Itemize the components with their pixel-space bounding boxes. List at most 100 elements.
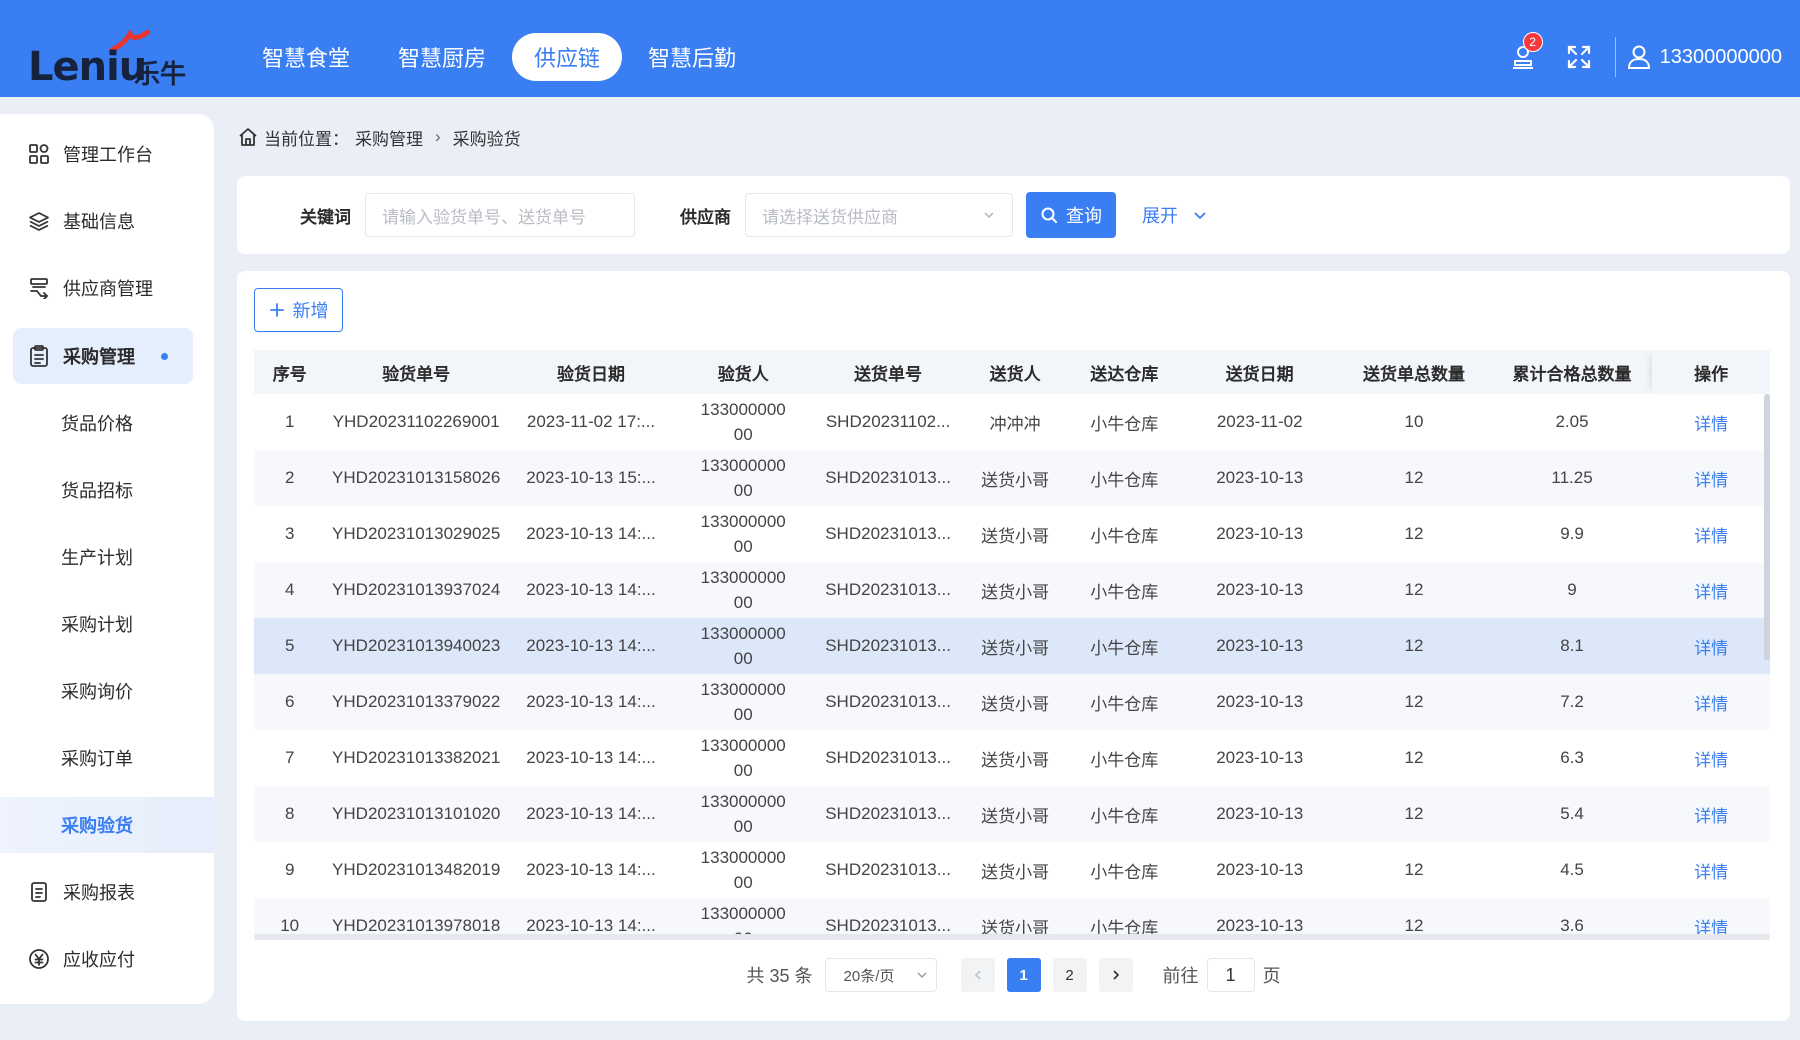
cell-actions: 详情 bbox=[1652, 674, 1770, 730]
cell-qualified-qty: 4.5 bbox=[1560, 860, 1584, 879]
cell-delivery-date: 2023-10-13 bbox=[1216, 524, 1304, 543]
goto-prefix: 前往 bbox=[1162, 966, 1199, 986]
detail-link[interactable]: 详情 bbox=[1694, 415, 1728, 434]
keyword-input[interactable]: 请输入验货单号、送货单号 bbox=[365, 193, 635, 237]
sidebar-sub-purchase-inspection[interactable]: 采购验货 bbox=[0, 797, 214, 853]
nav-smart-kitchen[interactable]: 智慧厨房 bbox=[376, 33, 508, 81]
chevron-left-icon bbox=[974, 970, 981, 980]
sidebar-item-procurement[interactable]: 采购管理 bbox=[13, 328, 193, 384]
col-header-deliverer: 送货人 bbox=[964, 350, 1066, 394]
sidebar-item-purchase-report[interactable]: 采购报表 bbox=[13, 864, 193, 920]
cell-warehouse: 小牛仓库 bbox=[1090, 414, 1159, 434]
goto-page: 前往 1 页 bbox=[1163, 958, 1281, 992]
breadcrumb-level1[interactable]: 采购管理 bbox=[355, 125, 423, 150]
chevron-down-icon bbox=[1194, 212, 1206, 220]
supplier-select[interactable]: 请选择送货供应商 bbox=[745, 193, 1013, 237]
nav-smart-canteen[interactable]: 智慧食堂 bbox=[240, 33, 372, 81]
col-header-inspection-date: 验货日期 bbox=[507, 350, 675, 394]
keyword-label: 关键词 bbox=[300, 207, 351, 227]
logo-subtext: 乐牛 bbox=[134, 59, 187, 89]
table-row[interactable]: 1 YHD20231102269001 2023-11-02 17:... 13300… bbox=[254, 394, 1770, 450]
cell-delivery-qty: 12 bbox=[1336, 562, 1492, 618]
cell-qualified-qty: 5.4 bbox=[1491, 786, 1653, 842]
detail-link[interactable]: 详情 bbox=[1694, 583, 1728, 602]
goto-page-input[interactable]: 1 bbox=[1206, 958, 1255, 992]
cell-deliverer: 送货小哥 bbox=[964, 562, 1066, 618]
table-row[interactable]: 4 YHD20231013937024 2023-10-13 14:... 13300… bbox=[254, 562, 1770, 618]
next-page-button[interactable] bbox=[1098, 958, 1133, 992]
main-nav: 智慧食堂 智慧厨房 供应链 智慧后勤 bbox=[240, 33, 758, 81]
detail-link[interactable]: 详情 bbox=[1694, 527, 1728, 546]
detail-link[interactable]: 详情 bbox=[1694, 471, 1728, 490]
cell-delivery-qty: 10 bbox=[1404, 412, 1424, 431]
nav-smart-logistics[interactable]: 智慧后勤 bbox=[626, 33, 758, 81]
detail-link[interactable]: 详情 bbox=[1694, 751, 1728, 770]
sidebar-sub-goods-tender[interactable]: 货品招标 bbox=[0, 462, 214, 518]
breadcrumb-level2: 采购验货 bbox=[452, 129, 521, 149]
cell-index: 1 bbox=[284, 412, 295, 431]
table-row[interactable]: 8 YHD20231013101020 2023-10-13 14:... 13300… bbox=[254, 786, 1770, 842]
notification-button[interactable]: 2 bbox=[1495, 30, 1551, 84]
detail-link[interactable]: 详情 bbox=[1694, 807, 1728, 826]
vertical-scrollbar[interactable] bbox=[1764, 394, 1770, 660]
detail-link[interactable]: 详情 bbox=[1694, 695, 1728, 714]
cell-actions: 详情 bbox=[1652, 450, 1770, 506]
cell-delivery-qty: 12 bbox=[1336, 450, 1492, 506]
sidebar-item-receivables[interactable]: 应收应付 bbox=[13, 931, 193, 987]
cell-delivery-no: SHD20231102... bbox=[825, 412, 951, 431]
sidebar-item-label: 供应商管理 bbox=[63, 279, 153, 299]
sidebar-item-label: 应收应付 bbox=[63, 950, 135, 970]
goto-suffix: 页 bbox=[1262, 966, 1281, 986]
sidebar-item-dashboard[interactable]: 管理工作台 bbox=[13, 126, 193, 182]
cell-inspection-no: YHD20231013482019 bbox=[332, 860, 501, 879]
sidebar-item-label: 采购管理 bbox=[63, 347, 135, 367]
cell-delivery-no: SHD20231013... bbox=[825, 524, 951, 543]
brand-logo[interactable]: Leniu 乐牛 bbox=[28, 30, 188, 90]
cell-actions: 详情 bbox=[1652, 618, 1770, 674]
sidebar-sub-purchase-order[interactable]: 采购订单 bbox=[0, 730, 214, 786]
cell-deliverer: 送货小哥 bbox=[964, 786, 1066, 842]
sidebar-item-basic-info[interactable]: 基础信息 bbox=[13, 193, 193, 249]
supplier-label: 供应商 bbox=[680, 207, 731, 227]
sidebar-item-label: 管理工作台 bbox=[63, 145, 153, 165]
page-button-1[interactable]: 1 bbox=[1006, 958, 1041, 992]
add-button[interactable]: 新增 bbox=[254, 288, 343, 332]
table-row[interactable]: 6 YHD20231013379022 2023-10-13 14:... 13300… bbox=[254, 674, 1770, 730]
fullscreen-button[interactable] bbox=[1551, 30, 1607, 84]
cell-delivery-date: 2023-10-13 bbox=[1183, 786, 1337, 842]
page-button-2[interactable]: 2 bbox=[1052, 958, 1087, 992]
cell-deliverer: 送货小哥 bbox=[981, 862, 1050, 882]
cell-inspection-no: YHD20231013940023 bbox=[325, 618, 507, 674]
sidebar-sub-production-plan[interactable]: 生产计划 bbox=[0, 529, 214, 585]
cell-delivery-qty: 12 bbox=[1336, 618, 1492, 674]
expand-toggle[interactable]: 展开 bbox=[1142, 202, 1208, 228]
table-row[interactable]: 9 YHD20231013482019 2023-10-13 14:... 13300… bbox=[254, 842, 1770, 898]
user-menu[interactable]: 13300000000 bbox=[1626, 44, 1782, 70]
detail-link[interactable]: 详情 bbox=[1694, 863, 1728, 882]
table-row[interactable]: 3 YHD20231013029025 2023-10-13 14:... 13300… bbox=[254, 506, 1770, 562]
query-label: 查询 bbox=[1066, 206, 1102, 226]
table-row[interactable]: 5 YHD20231013940023 2023-10-13 14:... 13300… bbox=[254, 618, 1770, 674]
cell-index: 4 bbox=[254, 562, 326, 618]
sidebar-sub-purchase-inquiry[interactable]: 采购询价 bbox=[0, 663, 214, 719]
report-icon bbox=[27, 880, 51, 904]
sidebar-sub-goods-price[interactable]: 货品价格 bbox=[0, 395, 214, 451]
cell-index: 7 bbox=[284, 748, 295, 767]
cell-actions: 详情 bbox=[1652, 730, 1770, 786]
cell-inspection-no: YHD20231013101020 bbox=[325, 786, 507, 842]
nav-supply-chain[interactable]: 供应链 bbox=[512, 33, 623, 81]
query-button[interactable]: 查询 bbox=[1026, 192, 1116, 238]
sidebar-item-label: 采购报表 bbox=[63, 883, 135, 903]
sidebar-item-supplier[interactable]: 供应商管理 bbox=[13, 260, 193, 316]
cell-warehouse: 小牛仓库 bbox=[1090, 526, 1159, 546]
table-row[interactable]: 7 YHD20231013382021 2023-10-13 14:... 13300… bbox=[254, 730, 1770, 786]
page-size-select[interactable]: 20条/页 bbox=[824, 958, 937, 992]
cell-delivery-no: SHD20231013... bbox=[825, 860, 951, 879]
cell-actions: 详情 bbox=[1652, 786, 1770, 842]
detail-link[interactable]: 详情 bbox=[1694, 639, 1728, 658]
table-row[interactable]: 2 YHD20231013158026 2023-10-13 15:... 13300… bbox=[254, 450, 1770, 506]
sidebar-sub-purchase-plan[interactable]: 采购计划 bbox=[0, 596, 214, 652]
horizontal-scrollbar[interactable] bbox=[254, 934, 1770, 940]
prev-page-button[interactable] bbox=[960, 958, 995, 992]
cell-inspection-date: 2023-11-02 17:... bbox=[526, 412, 656, 431]
